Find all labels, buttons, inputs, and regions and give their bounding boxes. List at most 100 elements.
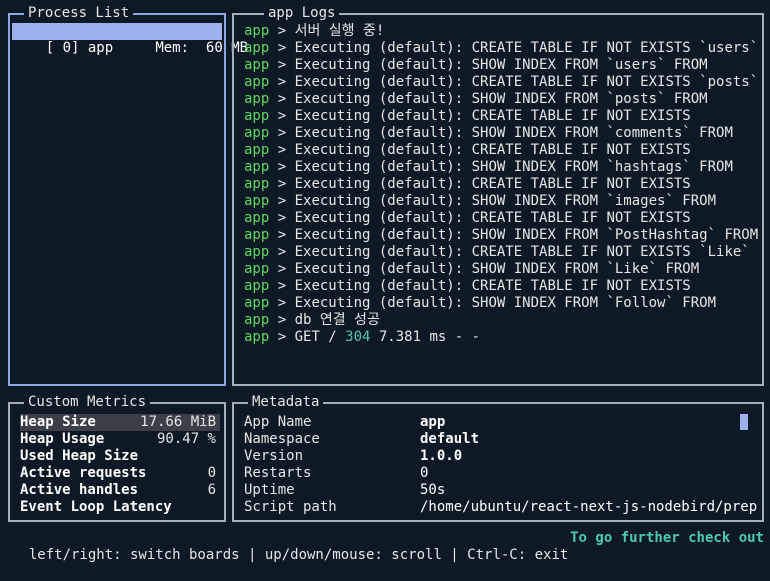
log-prefix: app — [244, 244, 270, 260]
metadata-key: Restarts — [244, 465, 312, 481]
metric-rows: Heap Size 17.66 MiB Heap Usage 90.47 % Used … — [20, 414, 220, 516]
log-text: > Executing (default): SHOW INDEX FROM `… — [269, 295, 717, 311]
log-line: app > Executing (default): SHOW INDEX FR… — [244, 57, 758, 74]
log-text: > Executing (default): CREATE TABLE IF N… — [269, 210, 691, 226]
log-text: > Executing (default): SHOW INDEX FROM `… — [269, 227, 758, 243]
log-prefix: app — [244, 91, 270, 107]
log-text: > Executing (default): CREATE TABLE IF N… — [269, 278, 691, 294]
log-text: > Executing (default): CREATE TABLE IF N… — [269, 74, 758, 90]
log-status-code: 304 — [345, 329, 371, 345]
log-line: app > Executing (default): SHOW INDEX FR… — [244, 261, 758, 278]
metadata-value: 0 — [420, 465, 429, 481]
footer-bar: left/right: switch boards | up/down/mous… — [12, 530, 770, 563]
metric-value: 0 — [207, 465, 216, 481]
log-prefix: app — [244, 210, 270, 226]
metadata-panel[interactable]: Metadata App Name app Namespace default Vers… — [232, 394, 764, 522]
log-prefix: app — [244, 108, 270, 124]
metadata-value: 1.0.0 — [420, 448, 463, 464]
log-text: > db 연결 성공 — [269, 312, 380, 328]
footer-hint: left/right: switch boards | up/down/mous… — [28, 547, 569, 563]
metadata-key: Namespace — [244, 431, 320, 447]
log-line: app > GET / 304 7.381 ms - - — [244, 329, 758, 346]
log-text: > Executing (default): CREATE TABLE IF N… — [269, 40, 758, 56]
log-prefix: app — [244, 142, 270, 158]
metric-label: Active handles — [20, 482, 139, 498]
process-mem-label: Mem: — [155, 40, 190, 56]
log-text: > Executing (default): SHOW INDEX FROM `… — [269, 261, 700, 277]
footer-right-link[interactable]: To go further check out — [570, 530, 764, 547]
log-line: app > Executing (default): SHOW INDEX FR… — [244, 91, 758, 108]
metric-label: Heap Usage — [20, 431, 105, 447]
log-text: > Executing (default): CREATE TABLE IF N… — [269, 108, 691, 124]
custom-metrics-panel[interactable]: Custom Metrics Heap Size 17.66 MiB Heap Us… — [8, 394, 226, 522]
metric-label: Event Loop Latency — [20, 499, 172, 515]
metric-value: 6 — [207, 482, 216, 498]
log-line: app > Executing (default): CREATE TABLE … — [244, 108, 758, 125]
log-prefix: app — [244, 227, 270, 243]
log-line: app > Executing (default): CREATE TABLE … — [244, 176, 758, 193]
process-list-title: Process List — [24, 5, 134, 22]
metadata-row: Version 1.0.0 — [244, 448, 758, 465]
log-text: > Executing (default): SHOW INDEX FROM `… — [269, 159, 733, 175]
log-prefix: app — [244, 40, 270, 56]
log-prefix: app — [244, 159, 270, 175]
log-line: app > Executing (default): SHOW INDEX FR… — [244, 125, 758, 142]
log-line: app > 서버 실행 중! — [244, 23, 758, 40]
log-line: app > Executing (default): SHOW INDEX FR… — [244, 193, 758, 210]
log-text: > 서버 실행 중! — [269, 23, 385, 39]
metric-row: Used Heap Size — [20, 448, 220, 465]
log-line: app > Executing (default): SHOW INDEX FR… — [244, 295, 758, 312]
metadata-title: Metadata — [248, 394, 324, 411]
log-text: > Executing (default): CREATE TABLE IF N… — [269, 244, 750, 260]
metadata-value: app — [420, 414, 446, 430]
process-index: [ 0] — [45, 40, 80, 56]
log-lines: app > 서버 실행 중! app > Executing (default):… — [244, 23, 758, 346]
log-text: > Executing (default): SHOW INDEX FROM `… — [269, 91, 708, 107]
metadata-value: 50s — [420, 482, 446, 498]
metric-row: Heap Size 17.66 MiB — [20, 414, 220, 431]
log-line: app > Executing (default): CREATE TABLE … — [244, 278, 758, 295]
metric-label: Heap Size — [20, 414, 96, 430]
log-prefix: app — [244, 278, 270, 294]
process-name: app — [87, 40, 114, 56]
metadata-rows: App Name app Namespace default Version 1.0.0 R… — [244, 414, 758, 516]
log-text: > GET / — [269, 329, 346, 345]
metric-row: Active requests 0 — [20, 465, 220, 482]
metadata-key: App Name — [244, 414, 312, 430]
log-line: app > Executing (default): CREATE TABLE … — [244, 210, 758, 227]
log-prefix: app — [244, 125, 270, 141]
metadata-key: Script path — [244, 499, 337, 515]
logs-panel[interactable]: app Logs app > 서버 실행 중! app > Executing (… — [232, 5, 764, 386]
log-line: app > Executing (default): CREATE TABLE … — [244, 244, 758, 261]
process-list-item-app[interactable]: [ 0] app Mem: 60 MB — [12, 23, 248, 56]
metric-value: 90.47 % — [156, 431, 216, 447]
log-line: app > Executing (default): SHOW INDEX FR… — [244, 227, 758, 244]
metadata-value: /home/ubuntu/react-next-js-nodebird/prep — [420, 499, 758, 515]
log-line: app > Executing (default): CREATE TABLE … — [244, 74, 758, 91]
log-line: app > Executing (default): CREATE TABLE … — [244, 40, 758, 57]
logs-title: app Logs — [264, 5, 340, 22]
log-text: > Executing (default): SHOW INDEX FROM `… — [269, 57, 708, 73]
metric-row: Event Loop Latency — [20, 499, 220, 516]
metric-label: Used Heap Size — [20, 448, 139, 464]
log-text: > Executing (default): SHOW INDEX FROM `… — [269, 125, 733, 141]
metric-label: Active requests — [20, 465, 147, 481]
log-prefix: app — [244, 193, 270, 209]
log-text: > Executing (default): SHOW INDEX FROM `… — [269, 193, 717, 209]
process-list-panel[interactable]: Process List [ 0] app Mem: 60 MB — [8, 5, 248, 386]
log-text: > Executing (default): CREATE TABLE IF N… — [269, 176, 691, 192]
log-prefix: app — [244, 23, 270, 39]
metric-row: Heap Usage 90.47 % — [20, 431, 220, 448]
log-line: app > Executing (default): SHOW INDEX FR… — [244, 159, 758, 176]
metadata-row: Restarts 0 — [244, 465, 758, 482]
metadata-key: Version — [244, 448, 304, 464]
metadata-row: Script path/home/ubuntu/react-next-js-no… — [244, 499, 758, 516]
log-line: app > db 연결 성공 — [244, 312, 758, 329]
log-prefix: app — [244, 74, 270, 90]
metadata-row: Namespace default — [244, 431, 758, 448]
log-prefix: app — [244, 295, 270, 311]
log-text: > Executing (default): CREATE TABLE IF N… — [269, 142, 691, 158]
scroll-indicator[interactable] — [740, 414, 748, 430]
log-line: app > Executing (default): CREATE TABLE … — [244, 142, 758, 159]
metadata-row: App Name app — [244, 414, 758, 431]
